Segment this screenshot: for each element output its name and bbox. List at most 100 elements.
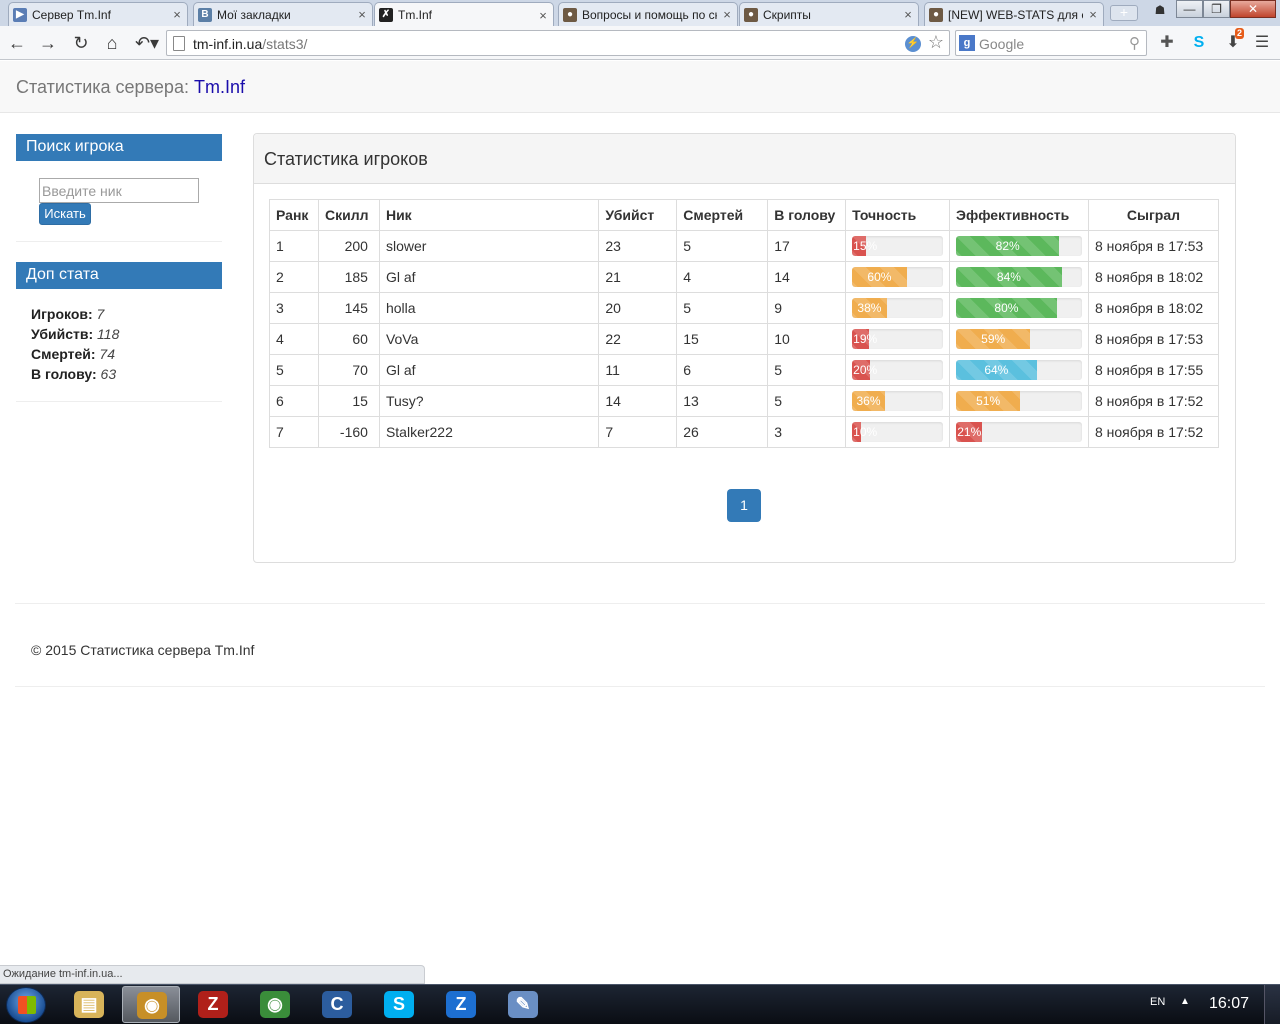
accuracy-bar: 19%: [852, 329, 877, 349]
taskbar-chrome-canary-button[interactable]: ◉: [122, 986, 180, 1023]
accuracy-cell: 10%: [845, 416, 951, 448]
accuracy-bar: 20%: [852, 360, 877, 380]
browser-tab[interactable]: ● Вопросы и помощь по скр ×: [558, 2, 738, 26]
browser-tab[interactable]: В Мої закладки ×: [193, 2, 373, 26]
show-desktop-button[interactable]: [1264, 985, 1280, 1024]
bookmark-star-icon[interactable]: ☆: [928, 32, 944, 53]
google-icon[interactable]: g: [959, 35, 975, 51]
deaths-cell: 15: [676, 323, 769, 355]
accuracy-progress: 20%: [852, 360, 944, 380]
last-played-cell: 8 ноября в 17:52: [1087, 385, 1220, 417]
extra-stat-line: Убийств: 118: [31, 326, 119, 342]
user-profile-icon[interactable]: ☗: [1152, 3, 1168, 19]
tab-close-icon[interactable]: ×: [721, 7, 733, 22]
clock[interactable]: 16:07: [1209, 995, 1249, 1013]
pagination-page-1[interactable]: 1: [727, 489, 761, 522]
brand-link[interactable]: Tm.Inf: [194, 77, 245, 97]
minimize-button[interactable]: —: [1176, 0, 1203, 18]
table-row: 6 15 Tusy? 14 13 5 36% 51% 8 ноября в 17:52: [269, 385, 1220, 417]
forward-icon[interactable]: →: [37, 32, 59, 54]
close-window-button[interactable]: ✕: [1230, 0, 1276, 18]
efficiency-bar: 64%: [956, 360, 1037, 380]
start-button[interactable]: [6, 987, 46, 1023]
efficiency-cell: 82%: [949, 230, 1089, 262]
taskbar-paint-button[interactable]: ✎: [494, 986, 552, 1023]
search-button[interactable]: Искать: [39, 203, 91, 225]
home-icon[interactable]: ⌂: [101, 32, 123, 54]
back-icon[interactable]: ←: [6, 32, 28, 54]
column-header: Ник: [378, 199, 600, 231]
tab-close-icon[interactable]: ×: [171, 7, 183, 22]
headshots-cell: 3: [767, 416, 847, 448]
puzzle-extension-icon[interactable]: ✚: [1156, 32, 1178, 54]
nick-cell[interactable]: VoVa: [378, 323, 600, 355]
browser-tab[interactable]: ▶ Сервер Tm.Inf ×: [8, 2, 188, 26]
table-row: 7 -160 Stalker222 7 26 3 10% 21% 8 ноября в 17:5…: [269, 416, 1220, 448]
column-header: Скилл: [317, 199, 380, 231]
extra-stat-line: В голову: 63: [31, 366, 116, 382]
tab-close-icon[interactable]: ×: [356, 7, 368, 22]
address-bar[interactable]: tm-inf.in.ua/stats3/ ⚡ ☆: [166, 30, 950, 56]
taskbar-chrome-button[interactable]: ◉: [246, 986, 304, 1023]
nick-cell[interactable]: Tusy?: [378, 385, 600, 417]
nick-cell[interactable]: Gl af: [378, 354, 600, 386]
sidebar-divider: [16, 401, 222, 402]
browser-tab[interactable]: ✗ Tm.Inf ×: [374, 2, 554, 27]
accuracy-progress: 38%: [852, 298, 944, 318]
footer-divider-top: [15, 603, 1265, 604]
taskbar-skype-button[interactable]: S: [370, 986, 428, 1023]
table-row: 2 185 Gl af 21 4 14 60% 84% 8 ноября в 18:02: [269, 261, 1220, 293]
rank-cell: 1: [269, 230, 319, 262]
accuracy-cell: 38%: [845, 292, 951, 324]
nick-cell[interactable]: Stalker222: [378, 416, 600, 448]
skype-icon[interactable]: S: [1188, 32, 1210, 54]
stat-value: 74: [99, 346, 115, 362]
kills-cell: 22: [598, 323, 678, 355]
tab-title: Сервер Tm.Inf: [32, 7, 111, 22]
taskbar-filezilla-button[interactable]: Z: [184, 986, 242, 1023]
deaths-cell: 26: [676, 416, 769, 448]
nick-cell[interactable]: holla: [378, 292, 600, 324]
efficiency-progress: 51%: [956, 391, 1082, 411]
new-tab-button[interactable]: +: [1110, 5, 1138, 21]
skill-cell: 200: [317, 230, 380, 262]
deaths-cell: 13: [676, 385, 769, 417]
efficiency-cell: 21%: [949, 416, 1089, 448]
nick-cell[interactable]: slower: [378, 230, 600, 262]
tab-close-icon[interactable]: ×: [902, 7, 914, 22]
efficiency-cell: 80%: [949, 292, 1089, 324]
browser-tab[interactable]: ● [NEW] WEB-STATS для cs ×: [924, 2, 1104, 26]
efficiency-bar: 59%: [956, 329, 1031, 349]
browser-toolbar: ← → ↻ ⌂ ↶▾ tm-inf.in.ua/stats3/ ⚡ ☆ g Go…: [0, 26, 1280, 60]
player-stats-panel: Статистика игроков Ранк Скилл Ник Убийст Сме…: [253, 133, 1236, 563]
accuracy-cell: 19%: [845, 323, 951, 355]
nick-cell[interactable]: Gl af: [378, 261, 600, 293]
magnifier-icon[interactable]: ⚲: [1129, 34, 1140, 52]
reload-icon[interactable]: ↻: [70, 32, 92, 54]
efficiency-bar: 80%: [956, 298, 1057, 318]
tab-close-icon[interactable]: ×: [537, 8, 549, 23]
taskbar-ccleaner-button[interactable]: C: [308, 986, 366, 1023]
skill-cell: 15: [317, 385, 380, 417]
browser-status-bar: Ожидание tm-inf.in.ua...: [0, 965, 425, 984]
skype-icon: S: [384, 991, 414, 1018]
undo-close-tab-icon[interactable]: ↶▾: [132, 32, 162, 54]
browser-tab[interactable]: ● Скрипты ×: [739, 2, 919, 26]
tray-expand-icon[interactable]: ▲: [1180, 996, 1190, 1007]
player-search-input[interactable]: [39, 178, 199, 203]
deaths-cell: 5: [676, 230, 769, 262]
column-header: Смертей: [676, 199, 769, 231]
taskbar-zona-button[interactable]: Z: [432, 986, 490, 1023]
skill-cell: 145: [317, 292, 380, 324]
menu-icon[interactable]: ☰: [1251, 32, 1273, 54]
search-engine-box[interactable]: g Google ⚲: [955, 30, 1147, 56]
accuracy-bar: 60%: [852, 267, 907, 287]
tab-close-icon[interactable]: ×: [1087, 7, 1099, 22]
maximize-button[interactable]: ❐: [1203, 0, 1230, 18]
language-indicator[interactable]: EN: [1150, 996, 1165, 1008]
extra-stat-line: Смертей: 74: [31, 346, 115, 362]
last-played-cell: 8 ноября в 18:02: [1087, 261, 1220, 293]
lightning-extension-icon[interactable]: ⚡: [905, 36, 921, 52]
taskbar-file-explorer-button[interactable]: ▤: [60, 986, 118, 1023]
table-header-row: Ранк Скилл Ник Убийст Смертей В голову Точност…: [269, 199, 1220, 231]
